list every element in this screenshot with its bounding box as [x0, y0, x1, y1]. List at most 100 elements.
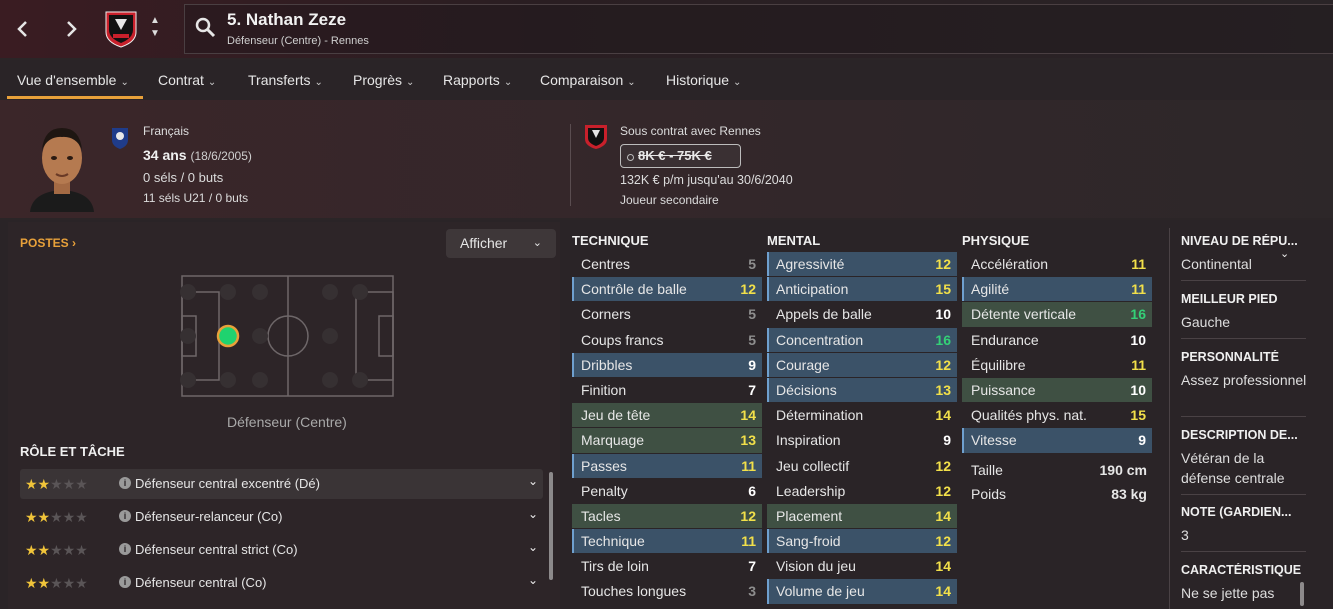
- attribute-row[interactable]: Équilibre 11: [962, 353, 1152, 378]
- height-row: Taille 190 cm: [971, 462, 1147, 478]
- chevron-down-icon[interactable]: ⌄: [528, 474, 538, 488]
- attribute-row[interactable]: Marquage 13: [572, 428, 762, 454]
- info-icon[interactable]: i: [119, 576, 131, 588]
- tab-comparison[interactable]: Comparaison ⌄: [540, 72, 636, 88]
- attribute-row[interactable]: Courage 12: [767, 352, 957, 378]
- roles-scrollbar[interactable]: [549, 472, 553, 580]
- show-dropdown[interactable]: Afficher ⌄: [446, 229, 556, 258]
- trait-item: CARACTÉRISTIQUE Ne se jette pas: [1181, 563, 1302, 601]
- attribute-row[interactable]: Puissance 10: [962, 377, 1152, 404]
- contract-status: Sous contrat avec Rennes: [620, 124, 761, 138]
- attribute-row[interactable]: Sang-froid 12: [767, 529, 957, 555]
- mental-column: MENTAL Agressivité 12 Anticipation 15 Appe…: [767, 232, 957, 605]
- attribute-row[interactable]: Détermination 14: [767, 403, 957, 429]
- pitch-diagram: [180, 275, 394, 397]
- chevron-right-icon: [67, 21, 77, 37]
- tab-overview[interactable]: Vue d'ensemble ⌄: [17, 72, 129, 88]
- tab-history[interactable]: Historique ⌄: [666, 72, 741, 88]
- attribute-row[interactable]: Qualités phys. nat. 15: [962, 403, 1152, 429]
- attribute-row[interactable]: Placement 14: [767, 503, 957, 530]
- role-rating-stars: ★★★★★: [25, 575, 88, 591]
- rating-item: NOTE (GARDIEN... 3: [1181, 505, 1292, 543]
- info-icon[interactable]: i: [119, 477, 131, 489]
- attribute-row[interactable]: Leadership 12: [767, 479, 957, 504]
- header-divider: [570, 124, 571, 206]
- chevron-down-icon: ⌄: [207, 77, 217, 88]
- attribute-row[interactable]: Touches longues 3: [572, 579, 762, 605]
- attribute-row[interactable]: Tacles 12: [572, 503, 762, 530]
- back-button[interactable]: [8, 14, 38, 44]
- chevron-down-icon: ⌄: [406, 77, 415, 88]
- role-row[interactable]: ★★★★★ i Défenseur central excentré (Dé) …: [20, 469, 543, 499]
- chevron-down-icon: ⌄: [532, 237, 542, 249]
- page-title: 5. Nathan Zeze: [227, 10, 347, 29]
- physique-column: PHYSIQUE Accélération 11 Agilité 11 Détent…: [962, 232, 1152, 454]
- attribute-row[interactable]: Agilité 11: [962, 277, 1152, 303]
- attribute-row[interactable]: Centres 5: [572, 252, 762, 278]
- sidebar-scrollbar[interactable]: [1300, 582, 1304, 606]
- squad-status: Joueur secondaire: [620, 193, 719, 207]
- role-rating-stars: ★★★★★: [25, 509, 88, 525]
- attribute-row[interactable]: Contrôle de balle 12: [572, 277, 762, 303]
- attribute-row[interactable]: Appels de balle 10: [767, 302, 957, 328]
- role-row[interactable]: ★★★★★ i Défenseur-relanceur (Co) ⌄: [20, 502, 543, 532]
- tab-contract[interactable]: Contrat ⌄: [158, 72, 216, 88]
- attribute-row[interactable]: Anticipation 15: [767, 277, 957, 303]
- attribute-row[interactable]: Passes 11: [572, 453, 762, 479]
- chevron-down-icon[interactable]: ⌄: [1280, 247, 1289, 260]
- chevron-left-icon: [17, 21, 27, 37]
- info-icon[interactable]: i: [119, 510, 131, 522]
- tab-transfers[interactable]: Transferts ⌄: [248, 72, 323, 88]
- attribute-row[interactable]: Agressivité 12: [767, 252, 957, 278]
- attribute-row[interactable]: Jeu collectif 12: [767, 454, 957, 479]
- attribute-row[interactable]: Vitesse 9: [962, 428, 1152, 454]
- sidebar-divider: [1169, 228, 1170, 609]
- role-row[interactable]: ★★★★★ i Défenseur central (Co) ⌄: [20, 568, 543, 598]
- attribute-row[interactable]: Vision du jeu 14: [767, 554, 957, 580]
- attribute-row[interactable]: Coups francs 5: [572, 328, 762, 353]
- attribute-row[interactable]: Tirs de loin 7: [572, 554, 762, 580]
- search-icon[interactable]: [194, 16, 218, 40]
- attribute-row[interactable]: Accélération 11: [962, 252, 1152, 278]
- club-crest-icon[interactable]: [104, 10, 138, 48]
- chevron-right-icon: ›: [72, 236, 77, 250]
- mental-title: MENTAL: [767, 233, 821, 248]
- info-icon[interactable]: i: [119, 543, 131, 555]
- attribute-row[interactable]: Corners 5: [572, 302, 762, 328]
- club-crest-icon: [585, 125, 607, 149]
- attribute-row[interactable]: Penalty 6: [572, 479, 762, 504]
- wage: 132K € p/m jusqu'au 30/6/2040: [620, 173, 793, 187]
- chevron-down-icon[interactable]: ▼: [148, 27, 162, 40]
- chevron-down-icon[interactable]: ⌄: [528, 507, 538, 521]
- chevron-up-icon[interactable]: ▲: [148, 14, 162, 27]
- attribute-row[interactable]: Inspiration 9: [767, 428, 957, 454]
- attribute-row[interactable]: Finition 7: [572, 378, 762, 404]
- role-row[interactable]: ★★★★★ i Défenseur central strict (Co) ⌄: [20, 535, 543, 565]
- sidebar-separator: [1181, 551, 1306, 552]
- attribute-row[interactable]: Technique 11: [572, 529, 762, 555]
- attribute-row[interactable]: Dribbles 9: [572, 352, 762, 378]
- technique-column: TECHNIQUE Centres 5 Contrôle de balle 12 C…: [572, 232, 762, 605]
- tab-reports[interactable]: Rapports ⌄: [443, 72, 512, 88]
- attribute-row[interactable]: Détente verticale 16: [962, 302, 1152, 328]
- reputation-item: NIVEAU DE RÉPU... Continental: [1181, 234, 1298, 272]
- description-item: DESCRIPTION DE... Vétéran de la défense …: [1181, 428, 1298, 486]
- chevron-down-icon[interactable]: ⌄: [528, 573, 538, 587]
- sidebar-separator: [1181, 280, 1306, 281]
- attribute-row[interactable]: Volume de jeu 14: [767, 579, 957, 605]
- positions-link[interactable]: POSTES ›: [20, 236, 76, 250]
- attribute-row[interactable]: Jeu de tête 14: [572, 403, 762, 429]
- weight-row: Poids 83 kg: [971, 486, 1147, 502]
- forward-button[interactable]: [56, 14, 86, 44]
- attribute-row[interactable]: Concentration 16: [767, 327, 957, 353]
- personality-item: PERSONNALITÉ Assez professionnel: [1181, 350, 1307, 388]
- tab-progress[interactable]: Progrès ⌄: [353, 72, 414, 88]
- player-subtitle: Défenseur (Centre) - Rennes: [227, 35, 369, 47]
- sidebar-separator: [1181, 416, 1306, 417]
- transfer-value-badge[interactable]: 8K € - 75K €: [620, 144, 741, 168]
- role-rating-stars: ★★★★★: [25, 542, 88, 558]
- attribute-row[interactable]: Décisions 13: [767, 377, 957, 404]
- chevron-down-icon[interactable]: ⌄: [528, 540, 538, 554]
- club-switch-stepper[interactable]: ▲ ▼: [148, 14, 162, 44]
- attribute-row[interactable]: Endurance 10: [962, 328, 1152, 353]
